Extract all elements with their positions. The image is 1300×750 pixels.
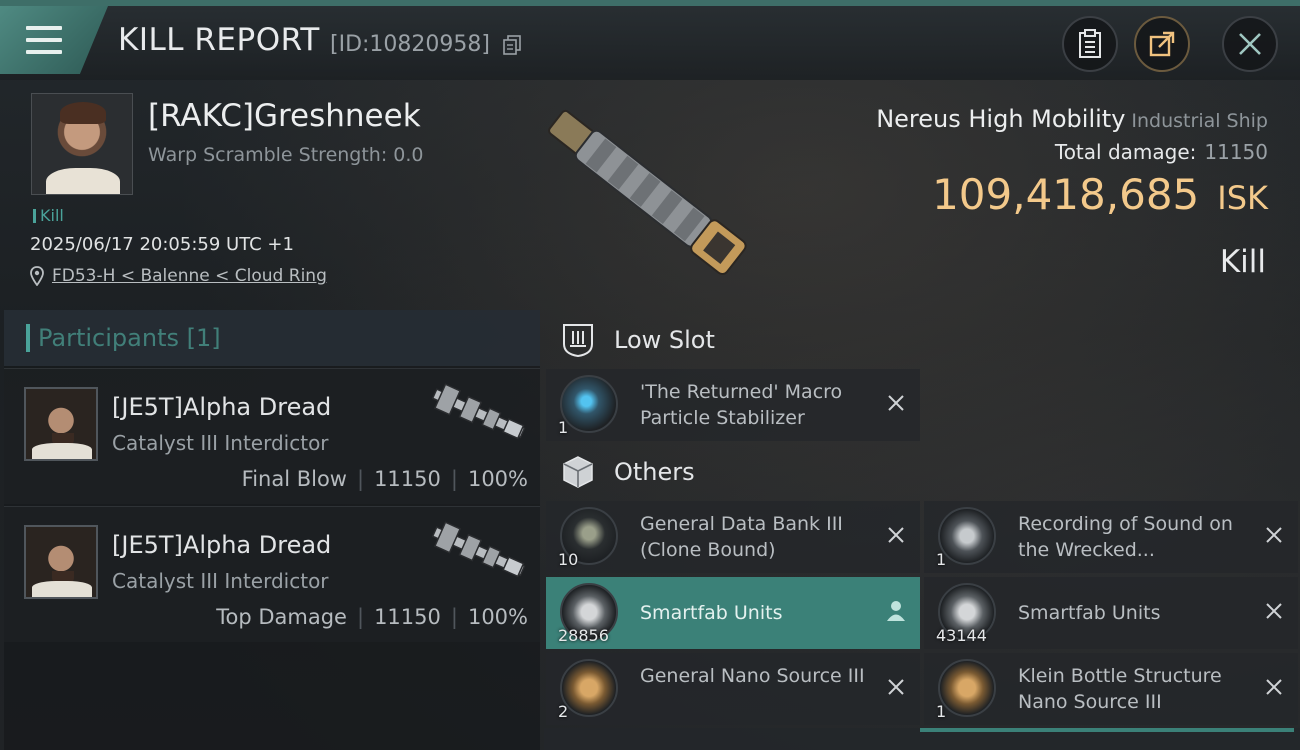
participant-name[interactable]: [JE5T]Alpha Dread xyxy=(112,393,331,421)
kill-tag: Kill xyxy=(33,206,64,225)
person-icon xyxy=(887,601,905,621)
location-text[interactable]: FD53-H < Balenne < Cloud Ring xyxy=(52,266,327,286)
item-row[interactable]: 1 Recording of Sound on the Wrecked... xyxy=(924,501,1298,573)
participants-header[interactable]: Participants [1] xyxy=(4,310,540,366)
item-quantity: 1 xyxy=(936,550,947,569)
item-name: Smartfab Units xyxy=(1018,602,1161,624)
isk-value: 109,418,685 ISK xyxy=(932,170,1268,219)
item-row-selected[interactable]: 28856 Smartfab Units xyxy=(546,577,920,649)
participant-ship-image xyxy=(431,383,526,440)
item-name: General Data Bank III (Clone Bound) xyxy=(640,513,843,561)
item-row[interactable]: 10 General Data Bank III (Clone Bound) xyxy=(546,501,920,573)
destroyed-marker xyxy=(1262,599,1286,623)
participant-damage: 11150 xyxy=(374,467,441,491)
participants-header-accent xyxy=(26,324,30,352)
section-others: Others xyxy=(560,454,695,490)
location-link[interactable]: FD53-H < Balenne < Cloud Ring xyxy=(30,266,327,286)
participant-stats: Final Blow | 11150 | 100% xyxy=(241,467,528,491)
others-title: Others xyxy=(614,458,695,486)
particle-stabilizer-icon xyxy=(560,375,618,433)
close-x-icon xyxy=(888,527,904,543)
report-id: [ID:10820958] xyxy=(330,32,490,57)
page-title: KILL REPORT xyxy=(118,22,320,58)
kill-report-screen: KILL REPORT [ID:10820958] [RAKC]Greshnee… xyxy=(0,0,1300,750)
item-name: 'The Returned' Macro Particle Stabilizer xyxy=(640,381,843,429)
section-low-slot: Low Slot xyxy=(560,322,715,358)
dropped-marker xyxy=(884,599,908,623)
destroyed-marker xyxy=(884,675,908,699)
share-icon xyxy=(1149,31,1175,57)
victim-name[interactable]: [RAKC]Greshneek xyxy=(148,98,421,134)
item-row[interactable]: 43144 Smartfab Units xyxy=(924,577,1298,649)
close-x-icon xyxy=(888,395,904,411)
participant-row[interactable]: [JE5T]Alpha Dread Catalyst III Interdict… xyxy=(4,506,540,642)
clipboard-button[interactable] xyxy=(1062,16,1118,72)
ship-name: Nereus High Mobility Industrial Ship xyxy=(876,105,1268,133)
participant-damage: 11150 xyxy=(374,605,441,629)
close-x-icon xyxy=(1266,679,1282,695)
item-quantity: 1 xyxy=(936,702,947,721)
item-row[interactable]: 2 General Nano Source III xyxy=(546,653,920,725)
item-quantity: 10 xyxy=(558,550,579,569)
close-button[interactable] xyxy=(1222,16,1278,72)
participants-title: Participants [1] xyxy=(38,324,221,352)
destroyed-marker xyxy=(884,523,908,547)
nano-source-icon xyxy=(560,659,618,717)
participant-percent: 100% xyxy=(467,605,528,629)
result-label: Kill xyxy=(1219,244,1266,280)
participant-ship-image xyxy=(431,521,526,578)
destroyed-marker xyxy=(884,391,908,415)
menu-icon xyxy=(26,26,62,54)
item-name: Klein Bottle Structure Nano Source III xyxy=(1018,665,1222,713)
share-button[interactable] xyxy=(1134,16,1190,72)
cargo-box-icon xyxy=(560,454,596,490)
isk-unit: ISK xyxy=(1217,179,1268,217)
item-name: Recording of Sound on the Wrecked... xyxy=(1018,513,1233,561)
item-row[interactable]: 1 'The Returned' Macro Particle Stabiliz… xyxy=(546,369,920,441)
participant-name[interactable]: [JE5T]Alpha Dread xyxy=(112,531,331,559)
victim-avatar[interactable] xyxy=(31,93,133,195)
item-quantity: 28856 xyxy=(558,626,609,645)
low-slot-title: Low Slot xyxy=(614,326,715,354)
participant-row[interactable]: [JE5T]Alpha Dread Catalyst III Interdict… xyxy=(4,368,540,504)
copy-icon[interactable] xyxy=(503,35,521,55)
ship-name-text: Nereus High Mobility xyxy=(876,105,1126,133)
nano-source-icon xyxy=(938,659,996,717)
kill-timestamp: 2025/06/17 20:05:59 UTC +1 xyxy=(30,234,294,255)
item-name: Smartfab Units xyxy=(640,602,783,624)
recording-device-icon xyxy=(938,507,996,565)
close-x-icon xyxy=(1266,603,1282,619)
more-items-strip xyxy=(544,728,1300,750)
total-damage-value: 11150 xyxy=(1204,140,1268,164)
ship-class: Industrial Ship xyxy=(1131,110,1268,132)
item-quantity: 2 xyxy=(558,702,569,721)
item-name: General Nano Source III xyxy=(640,665,865,687)
location-pin-icon xyxy=(30,266,44,286)
item-row[interactable]: 1 Klein Bottle Structure Nano Source III xyxy=(924,653,1298,725)
warp-scramble-strength: Warp Scramble Strength: 0.0 xyxy=(148,144,424,166)
participant-role: Final Blow xyxy=(241,467,347,491)
total-damage: Total damage: 11150 xyxy=(1055,140,1268,164)
close-x-icon xyxy=(1266,527,1282,543)
participant-ship: Catalyst III Interdictor xyxy=(112,431,329,455)
participant-ship: Catalyst III Interdictor xyxy=(112,569,329,593)
ship-image[interactable] xyxy=(520,88,780,303)
isk-amount: 109,418,685 xyxy=(932,170,1200,219)
destroyed-marker xyxy=(1262,523,1286,547)
destroyed-marker xyxy=(1262,675,1286,699)
participant-percent: 100% xyxy=(467,467,528,491)
total-damage-label: Total damage: xyxy=(1054,140,1197,164)
participant-avatar[interactable] xyxy=(24,387,98,461)
low-slot-icon xyxy=(560,322,596,358)
item-quantity: 43144 xyxy=(936,626,987,645)
clipboard-icon xyxy=(1079,29,1101,58)
participant-avatar[interactable] xyxy=(24,525,98,599)
close-x-icon xyxy=(888,679,904,695)
item-quantity: 1 xyxy=(558,418,569,437)
participant-stats: Top Damage | 11150 | 100% xyxy=(216,605,528,629)
close-icon xyxy=(1239,33,1261,55)
participant-role: Top Damage xyxy=(216,605,347,629)
